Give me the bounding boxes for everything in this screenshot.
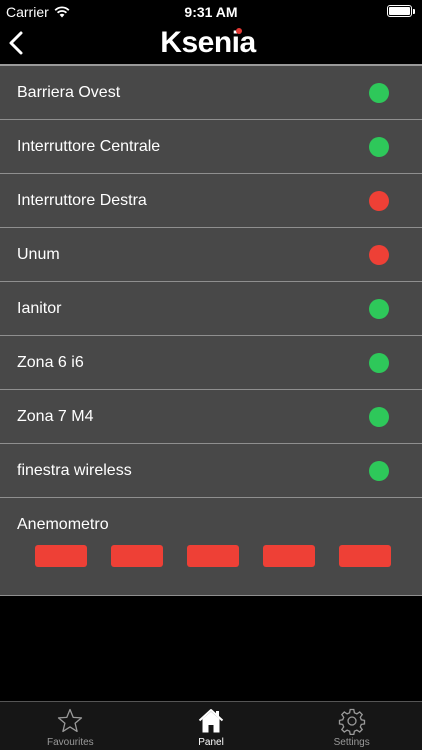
tab-bar: Favourites Panel Settings xyxy=(0,701,422,750)
battery-icon xyxy=(387,5,415,17)
anemometer-bar xyxy=(35,545,87,567)
tab-label: Panel xyxy=(198,737,224,748)
zone-label: Interruttore Centrale xyxy=(17,137,161,155)
zone-row[interactable]: Barriera Ovest xyxy=(0,66,422,120)
anemometer-bar xyxy=(111,545,163,567)
zone-row[interactable]: Interruttore Centrale xyxy=(0,120,422,174)
home-icon xyxy=(198,709,224,733)
zone-label: Interruttore Destra xyxy=(17,191,147,209)
ksenia-logo: Ksenia xyxy=(160,26,256,59)
tab-favourites[interactable]: Favourites xyxy=(0,702,141,750)
zone-status-dot xyxy=(369,137,389,157)
zone-list: Barriera Ovest Interruttore Centrale Inter… xyxy=(0,64,422,596)
tab-settings[interactable]: Settings xyxy=(281,702,422,750)
zone-status-dot xyxy=(369,299,389,319)
tab-panel[interactable]: Panel xyxy=(141,702,282,750)
zone-row[interactable]: Unum xyxy=(0,228,422,282)
zone-row[interactable]: Zona 7 M4 xyxy=(0,390,422,444)
zone-status-dot xyxy=(369,461,389,481)
anemometer-bar xyxy=(187,545,239,567)
zone-row[interactable]: Zona 6 i6 xyxy=(0,336,422,390)
zone-label: Zona 6 i6 xyxy=(17,353,84,371)
zone-row[interactable]: finestra wireless xyxy=(0,444,422,498)
clock: 9:31 AM xyxy=(184,4,238,20)
zone-status-dot xyxy=(369,353,389,373)
nav-bar: Ksenia xyxy=(0,22,422,64)
tab-label: Settings xyxy=(333,737,370,748)
zone-row[interactable]: Ianitor xyxy=(0,282,422,336)
zone-row[interactable]: Interruttore Destra xyxy=(0,174,422,228)
star-icon xyxy=(58,708,83,733)
zone-label: finestra wireless xyxy=(17,461,132,479)
anemometer-label: Anemometro xyxy=(17,516,109,533)
anemometer-row[interactable]: Anemometro xyxy=(0,498,422,596)
status-bar: Carrier 9:31 AM xyxy=(0,0,422,22)
zone-status-dot xyxy=(369,191,389,211)
zone-status-dot xyxy=(369,407,389,427)
gear-icon xyxy=(338,708,365,735)
zone-status-dot xyxy=(369,245,389,265)
app-screen: Carrier 9:31 AM Ksenia Barriera Ovest Int… xyxy=(0,0,422,750)
anemometer-bars xyxy=(35,545,391,567)
zone-status-dot xyxy=(369,83,389,103)
zone-label: Unum xyxy=(17,245,60,263)
tab-label: Favourites xyxy=(46,737,94,748)
zone-label: Zona 7 M4 xyxy=(17,407,94,425)
zone-label: Barriera Ovest xyxy=(17,83,121,101)
anemometer-bar xyxy=(263,545,315,567)
zone-label: Ianitor xyxy=(17,299,62,317)
anemometer-bar xyxy=(339,545,391,567)
